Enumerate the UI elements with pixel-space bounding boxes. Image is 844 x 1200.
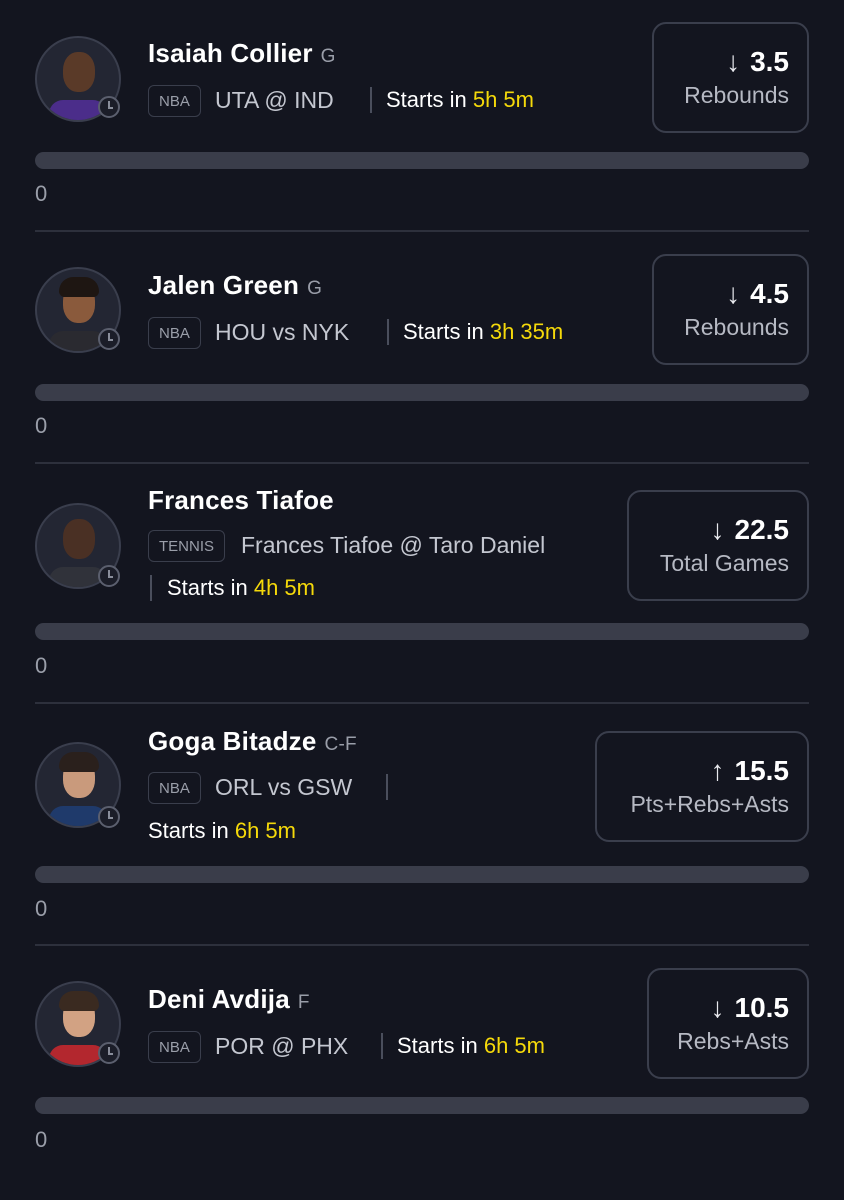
league-badge: NBA <box>148 85 201 117</box>
line-value: 15.5 <box>734 755 790 786</box>
player-position: F <box>297 992 310 1013</box>
stat-type: Pts+Rebs+Asts <box>630 791 789 817</box>
separator <box>370 87 372 113</box>
start-time: Starts in 6h 5m <box>148 818 296 843</box>
player-position: G <box>320 46 336 67</box>
clock-icon <box>98 96 120 118</box>
player-position: C-F <box>324 734 357 755</box>
projection-button[interactable]: ↓ 4.5 Rebounds <box>652 254 809 365</box>
clock-icon <box>98 328 120 350</box>
matchup: Frances Tiafoe @ Taro Daniel <box>241 532 546 558</box>
avatar-hair <box>59 752 99 772</box>
progress-bar <box>35 152 809 169</box>
progress-bar <box>35 1097 809 1114</box>
arrow-down-icon: ↓ <box>726 278 741 309</box>
progress-bar <box>35 384 809 401</box>
countdown: 5h 5m <box>472 87 534 112</box>
avatar-hair <box>59 277 99 297</box>
divider <box>35 462 809 464</box>
projection-button[interactable]: ↓ 10.5 Rebs+Asts <box>647 968 809 1079</box>
avatar-hair <box>59 991 99 1011</box>
start-time: Starts in 5h 5m <box>386 87 534 112</box>
countdown: 3h 35m <box>489 319 564 344</box>
stat-type: Total Games <box>659 550 789 576</box>
separator <box>387 319 389 345</box>
league-badge: TENNIS <box>148 530 226 562</box>
player-position: G <box>307 278 323 299</box>
start-time: Starts in 4h 5m <box>167 575 315 600</box>
projection-button[interactable]: ↓ 3.5 Rebounds <box>652 22 809 133</box>
stat-type: Rebs+Asts <box>677 1028 789 1054</box>
player-name: Frances Tiafoe <box>148 485 334 515</box>
line-value: 10.5 <box>734 992 790 1023</box>
matchup: HOU vs NYK <box>215 319 350 345</box>
player-name: Jalen Green G <box>148 270 323 300</box>
progress-value: 0 <box>35 653 48 678</box>
arrow-down-icon: ↓ <box>710 992 725 1023</box>
progress-value: 0 <box>35 413 48 438</box>
league-badge: NBA <box>148 1031 201 1063</box>
countdown: 4h 5m <box>253 575 315 600</box>
divider <box>35 230 809 232</box>
separator <box>150 575 152 601</box>
progress-value: 0 <box>35 896 48 921</box>
arrow-down-icon: ↓ <box>710 514 725 545</box>
line-value: 4.5 <box>750 278 789 309</box>
clock-icon <box>98 1042 120 1064</box>
player-name: Deni Avdija F <box>148 984 310 1014</box>
matchup: UTA @ IND <box>215 87 334 113</box>
clock-icon <box>98 565 120 587</box>
league-badge: NBA <box>148 772 201 804</box>
arrow-up-icon: ↑ <box>710 755 725 786</box>
countdown: 6h 5m <box>234 818 296 843</box>
separator <box>386 774 388 800</box>
projection-button[interactable]: ↓ 22.5 Total Games <box>627 490 809 601</box>
separator <box>381 1033 383 1059</box>
start-time: Starts in 3h 35m <box>403 319 564 344</box>
countdown: 6h 5m <box>483 1033 545 1058</box>
progress-value: 0 <box>35 181 48 206</box>
progress-bar <box>35 866 809 883</box>
player-name: Goga Bitadze C-F <box>148 726 357 756</box>
avatar-face <box>63 519 95 559</box>
arrow-down-icon: ↓ <box>726 46 741 77</box>
line-value: 3.5 <box>750 46 789 77</box>
matchup: ORL vs GSW <box>215 774 353 800</box>
player-name: Isaiah Collier G <box>148 38 336 68</box>
projection-button[interactable]: ↑ 15.5 Pts+Rebs+Asts <box>595 731 809 842</box>
clock-icon <box>98 806 120 828</box>
league-badge: NBA <box>148 317 201 349</box>
progress-bar <box>35 623 809 640</box>
line-value: 22.5 <box>734 514 790 545</box>
matchup: POR @ PHX <box>215 1033 349 1059</box>
start-time: Starts in 6h 5m <box>397 1033 545 1058</box>
divider <box>35 702 809 704</box>
avatar-face <box>63 52 95 92</box>
stat-type: Rebounds <box>684 314 789 340</box>
stat-type: Rebounds <box>684 82 789 108</box>
progress-value: 0 <box>35 1127 48 1152</box>
divider <box>35 944 809 946</box>
